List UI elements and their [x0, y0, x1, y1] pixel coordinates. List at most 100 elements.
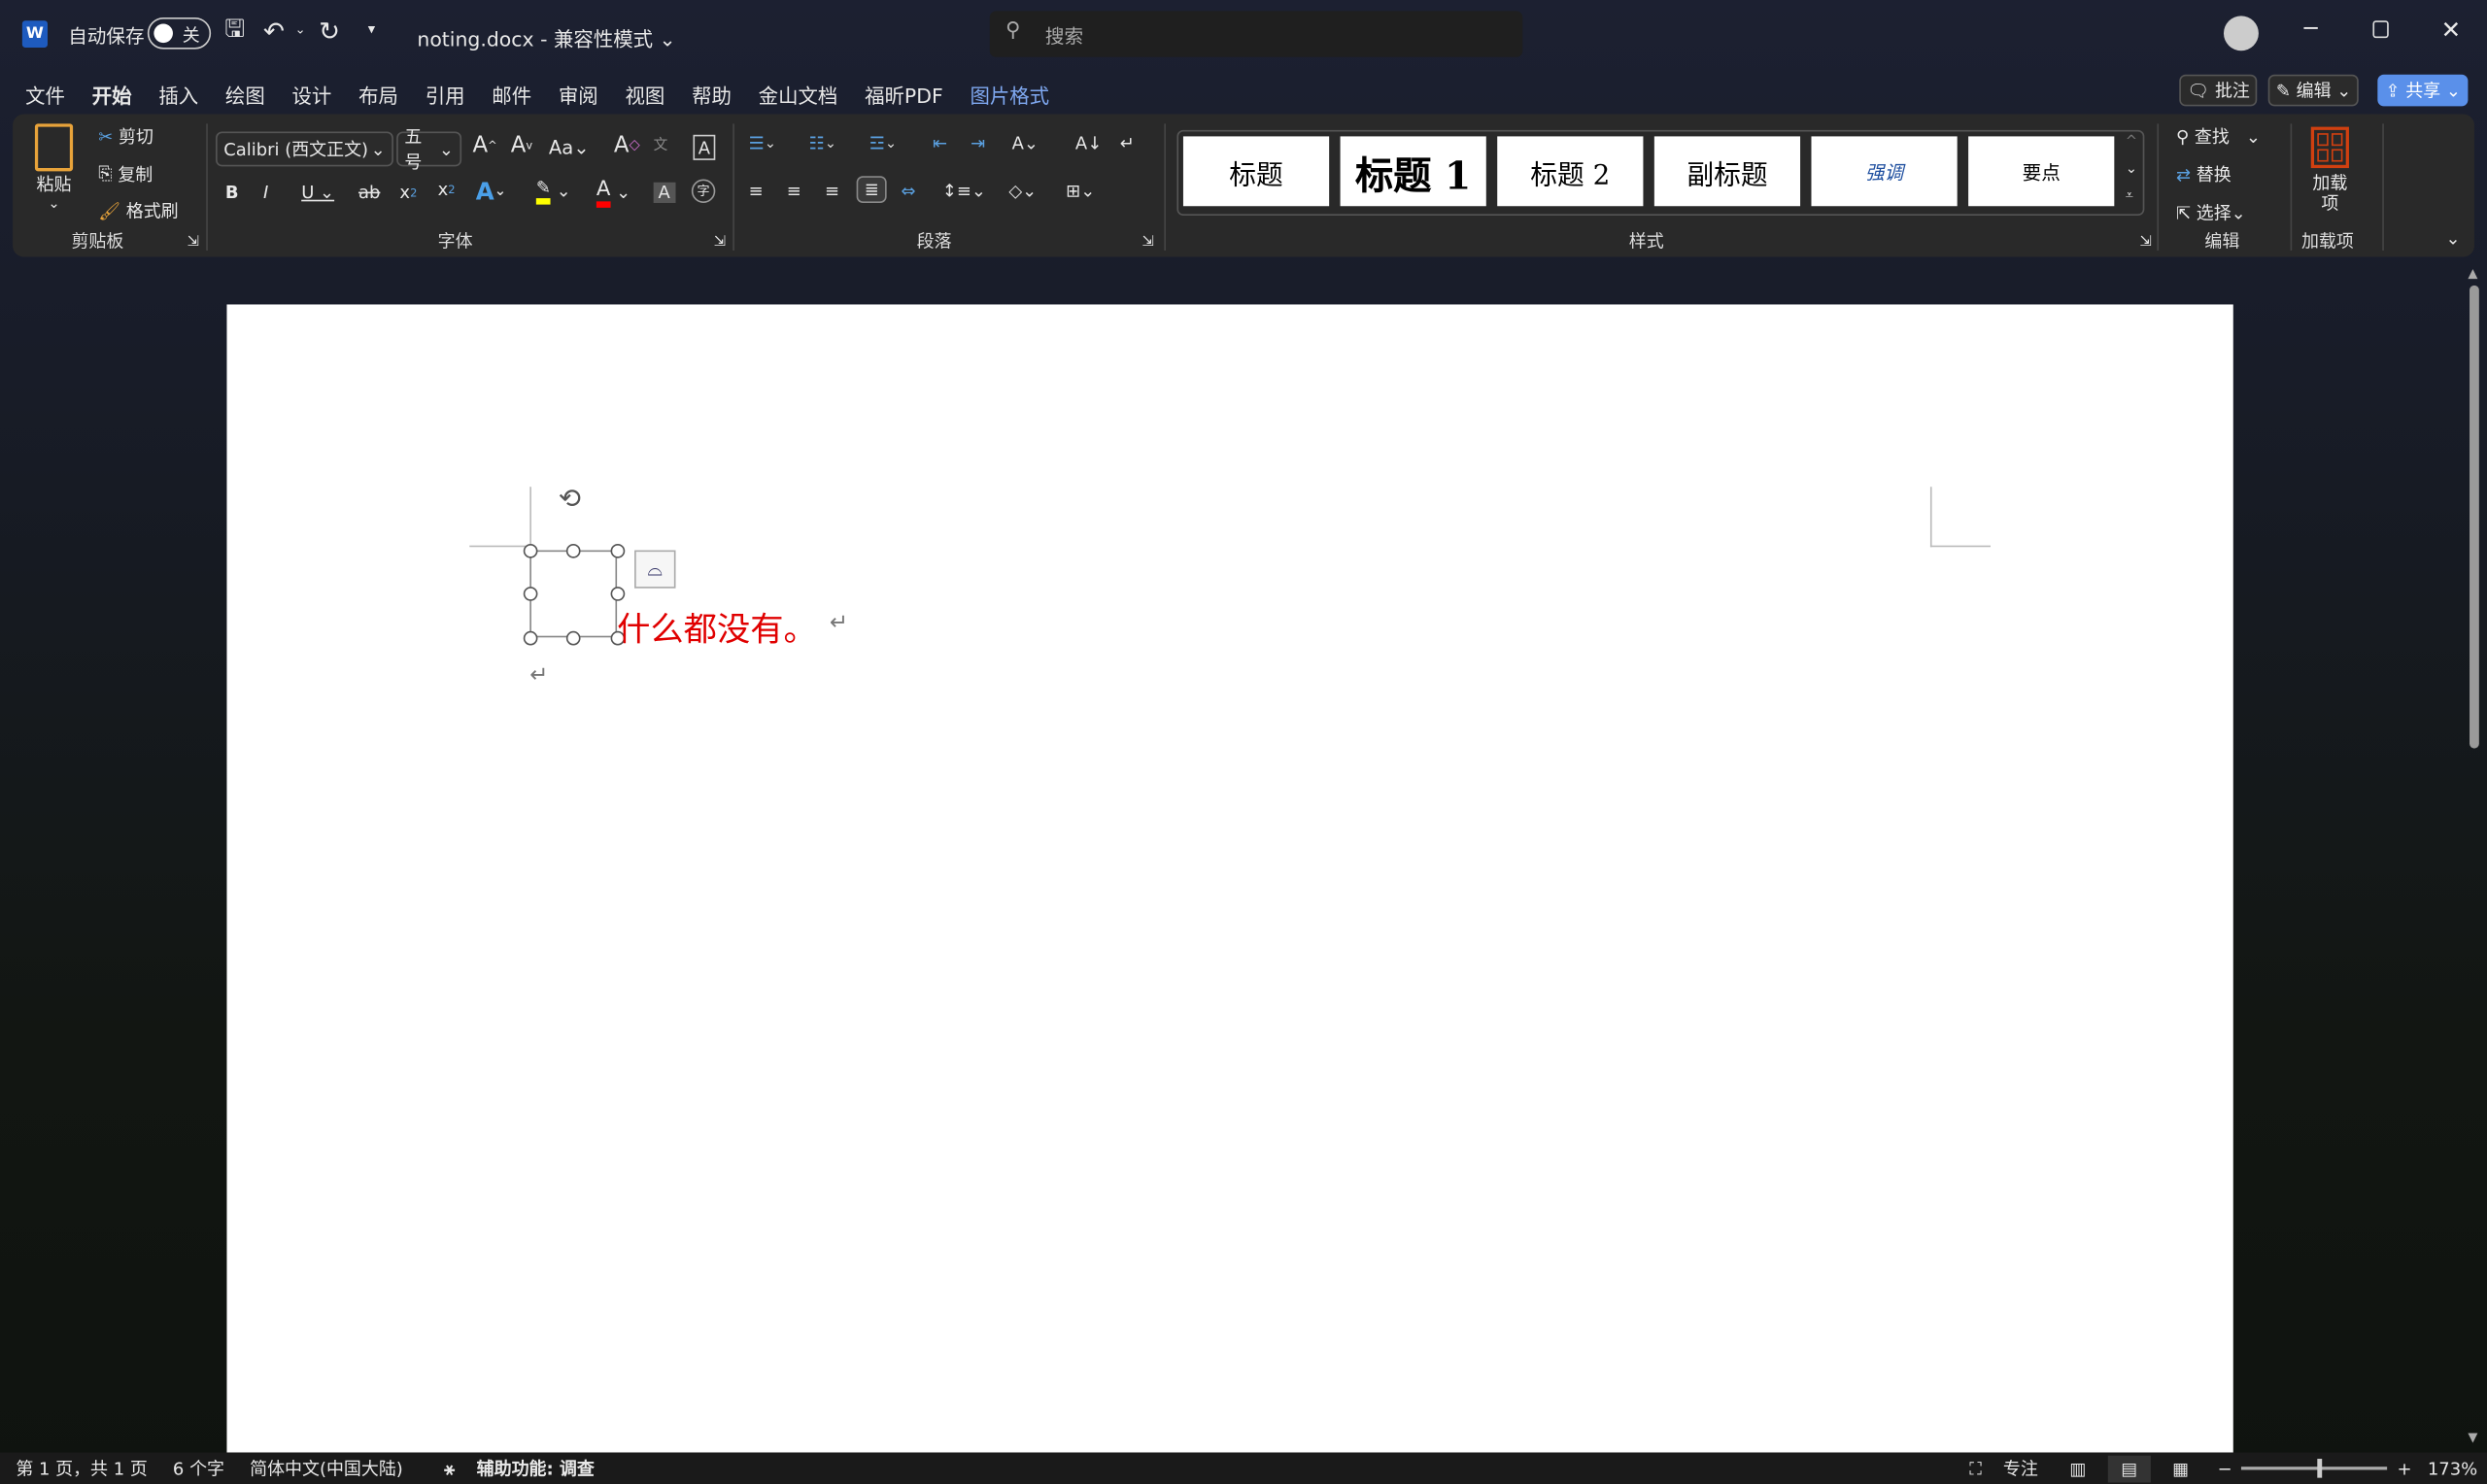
rotate-handle-icon[interactable]: ⟲ — [559, 484, 581, 516]
styles-scroll-up-icon[interactable]: ^ — [2126, 135, 2137, 151]
decrease-indent-icon[interactable]: ⇤ — [933, 133, 947, 153]
language[interactable]: 简体中文(中国大陆) — [250, 1456, 403, 1481]
page-count[interactable]: 第 1 页，共 1 页 — [16, 1456, 147, 1481]
word-count[interactable]: 6 个字 — [173, 1456, 224, 1481]
format-painter-button[interactable]: 🖌 格式刷 — [98, 198, 178, 223]
zoom-level[interactable]: 173% — [2428, 1458, 2477, 1478]
style-subtitle[interactable]: 副标题 — [1653, 136, 1801, 207]
vertical-scrollbar[interactable]: ▲ ▼ — [2464, 266, 2486, 1449]
tab-insert[interactable]: 插入 — [158, 80, 198, 110]
accessibility-status[interactable]: ⚹ 辅助功能: 调查 — [428, 1456, 595, 1481]
styles-scroll-down-icon[interactable]: ⌄ — [2126, 162, 2137, 178]
show-marks-icon[interactable]: ↵ — [1120, 133, 1135, 153]
resize-handle[interactable] — [523, 543, 538, 558]
layout-options-icon[interactable]: ⌓ — [634, 550, 676, 589]
styles-launcher-icon[interactable]: ⇲ — [2139, 235, 2151, 251]
tab-mailings[interactable]: 邮件 — [492, 80, 531, 110]
document-page[interactable]: ⟲ ⌓ 什么都没有。 ↵ ↵ — [226, 304, 2233, 1453]
tab-layout[interactable]: 布局 — [358, 80, 398, 110]
print-layout-icon[interactable]: ▤ — [2108, 1454, 2151, 1482]
collapse-ribbon-icon[interactable]: ⌄ — [2446, 228, 2461, 249]
highlight-color-button[interactable]: ✎ ⌄ — [535, 178, 571, 205]
tab-design[interactable]: 设计 — [292, 80, 332, 110]
change-case-icon[interactable]: Aa⌄ — [549, 136, 590, 158]
addins-button[interactable]: 加载项 — [2309, 126, 2350, 214]
resize-handle[interactable] — [523, 587, 538, 601]
resize-handle[interactable] — [565, 630, 581, 646]
font-name-select[interactable]: Calibri (西文正文) ⌄ — [216, 131, 393, 167]
font-launcher-icon[interactable]: ⇲ — [714, 235, 726, 251]
bold-button[interactable]: B — [225, 183, 239, 203]
cut-button[interactable]: ✂ 剪切 — [98, 123, 153, 149]
tab-review[interactable]: 审阅 — [559, 80, 598, 110]
zoom-slider[interactable] — [2241, 1459, 2388, 1478]
copy-button[interactable]: ⎘ 复制 — [98, 162, 153, 187]
tab-kingsoft-docs[interactable]: 金山文档 — [759, 80, 838, 110]
tab-help[interactable]: 帮助 — [692, 80, 732, 110]
text-effects-icon[interactable]: A ⌄ — [476, 178, 506, 206]
subscript-button[interactable]: x2 — [399, 183, 417, 203]
clear-formatting-icon[interactable]: A ◇ — [614, 133, 640, 158]
character-shading-icon[interactable]: A — [653, 182, 675, 203]
clipboard-launcher-icon[interactable]: ⇲ — [187, 235, 199, 251]
account-avatar-icon[interactable] — [2223, 16, 2259, 51]
web-layout-icon[interactable]: ▦ — [2172, 1458, 2189, 1478]
style-heading-2[interactable]: 标题 2 — [1497, 136, 1644, 207]
style-heading-1[interactable]: 标题 1 — [1340, 136, 1486, 207]
zoom-out-icon[interactable]: − — [2218, 1458, 2232, 1478]
edit-mode-button[interactable]: ✎ 编辑 ⌄ — [2267, 74, 2360, 107]
read-mode-icon[interactable]: ▥ — [2069, 1458, 2086, 1478]
resize-handle[interactable] — [610, 587, 626, 601]
styles-more-icon[interactable]: ⩡ — [2126, 188, 2133, 204]
justify-icon[interactable]: ≣ — [856, 176, 888, 203]
paragraph-launcher-icon[interactable]: ⇲ — [1142, 235, 1154, 251]
italic-button[interactable]: I — [263, 183, 268, 203]
bullets-icon[interactable]: ☰ ⌄ — [749, 133, 776, 153]
share-button[interactable]: ⇪ 共享 ⌄ — [2377, 74, 2470, 107]
document-text[interactable]: 什么都没有。 — [617, 604, 817, 652]
grow-font-icon[interactable]: A ^ — [473, 133, 497, 158]
selected-picture[interactable] — [529, 550, 618, 638]
character-border-icon[interactable]: A — [693, 134, 716, 160]
undo-dropdown-icon[interactable]: ⌄ — [295, 22, 306, 37]
numbering-icon[interactable]: ☷ ⌄ — [809, 133, 836, 153]
paste-button[interactable]: 粘贴 ⌄ — [34, 123, 74, 213]
tab-references[interactable]: 引用 — [426, 80, 465, 110]
distributed-icon[interactable]: ⇔ — [901, 181, 915, 201]
restore-icon[interactable] — [2372, 20, 2389, 39]
redo-icon[interactable]: ↻ — [319, 16, 340, 46]
align-center-icon[interactable]: ≡ — [787, 181, 801, 201]
document-title[interactable]: noting.docx - 兼容性模式 ⌄ — [417, 22, 675, 52]
tab-view[interactable]: 视图 — [625, 80, 664, 110]
focus-button[interactable]: ⛶ 专注 — [1969, 1456, 2038, 1481]
font-size-select[interactable]: 五号 ⌄ — [396, 127, 462, 173]
autosave-toggle[interactable]: 关 — [147, 17, 212, 50]
sort-icon[interactable]: A↓ — [1075, 133, 1102, 153]
font-color-button[interactable]: A ⌄ — [596, 178, 630, 208]
borders-icon[interactable]: ⊞⌄ — [1066, 181, 1095, 201]
superscript-button[interactable]: x2 — [438, 179, 456, 199]
shading-icon[interactable]: ◇⌄ — [1008, 181, 1037, 201]
tab-picture-format[interactable]: 图片格式 — [970, 80, 1049, 110]
align-left-icon[interactable]: ≡ — [749, 181, 764, 201]
select-button[interactable]: ⇱ 选择 ⌄ — [2176, 200, 2246, 225]
tab-foxit-pdf[interactable]: 福昕PDF — [865, 80, 943, 110]
resize-handle[interactable] — [610, 543, 626, 558]
shrink-font-icon[interactable]: Av — [511, 133, 532, 158]
strikethrough-button[interactable]: ab — [358, 183, 380, 203]
undo-icon[interactable]: ↶ — [263, 16, 285, 46]
save-icon[interactable]: 🖫 — [222, 15, 248, 47]
underline-button[interactable]: U ⌄ — [301, 183, 334, 203]
close-icon[interactable]: ✕ — [2441, 16, 2462, 44]
multilevel-list-icon[interactable]: ☲ ⌄ — [869, 133, 897, 153]
resize-handle[interactable] — [565, 543, 581, 558]
enclose-characters-icon[interactable]: 字 — [691, 179, 716, 203]
tab-draw[interactable]: 绘图 — [225, 80, 265, 110]
customize-toolbar-icon[interactable]: ▾ — [368, 22, 375, 38]
scrollbar-thumb[interactable] — [2470, 285, 2479, 749]
search-input[interactable]: ⚲ 搜索 — [989, 11, 1523, 57]
replace-button[interactable]: ⇄ 替换 — [2176, 162, 2231, 187]
resize-handle[interactable] — [523, 630, 538, 646]
tab-file[interactable]: 文件 — [25, 80, 65, 110]
line-spacing-icon[interactable]: ↕≡⌄ — [942, 181, 986, 201]
